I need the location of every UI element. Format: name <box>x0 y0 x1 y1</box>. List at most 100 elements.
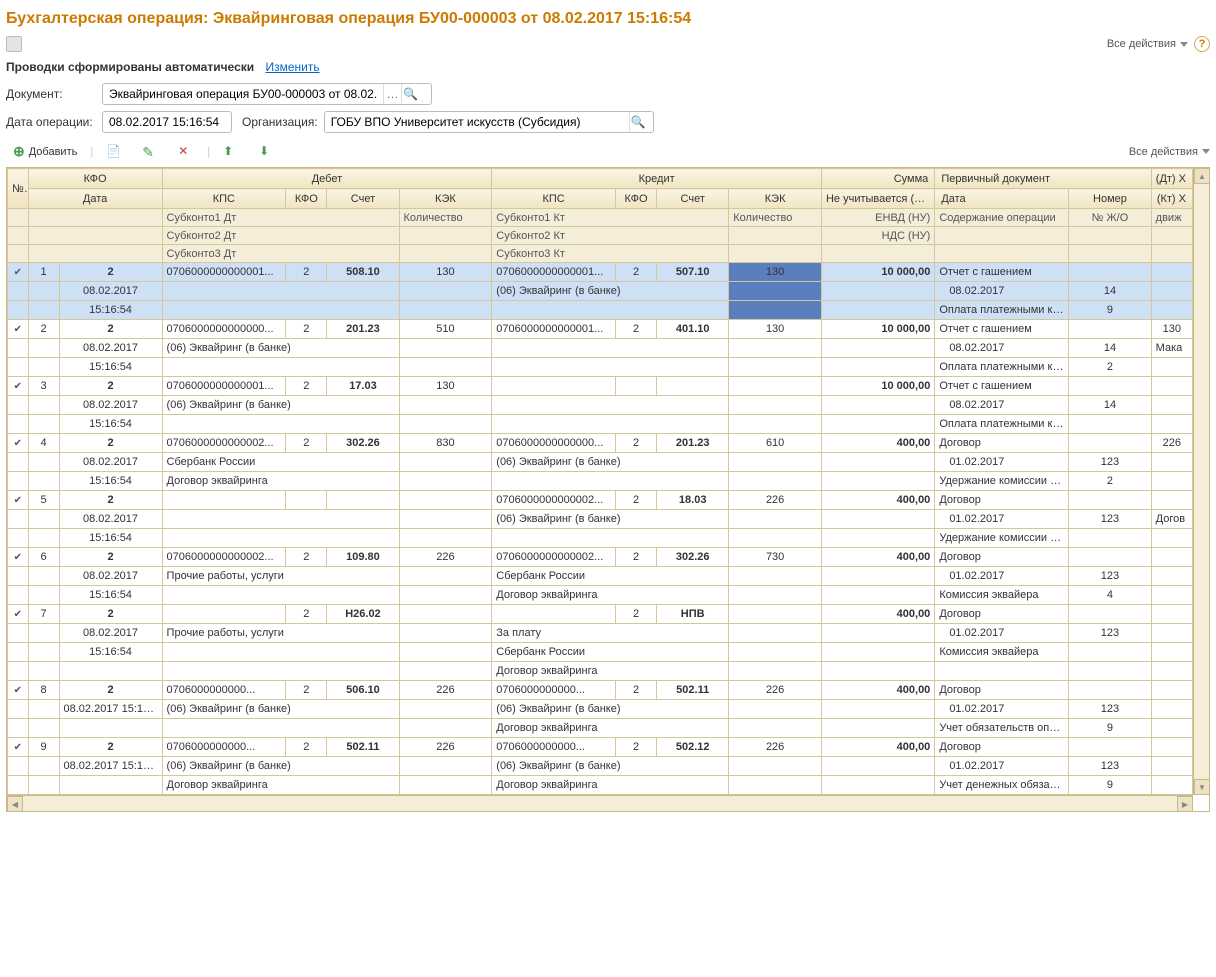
change-link[interactable]: Изменить <box>265 60 319 74</box>
ellipsis-icon[interactable]: … <box>383 84 401 104</box>
table-row[interactable]: 4 2 0706000000000002...2302.26830 070600… <box>8 434 1193 453</box>
hdr-sub1k: Субконто1 Кт <box>492 209 729 227</box>
col-ktx[interactable]: (Кт) Х <box>1151 189 1192 209</box>
col-d-kek[interactable]: КЭК <box>399 189 492 209</box>
col-k-kps[interactable]: КПС <box>492 189 616 209</box>
col-d-acct[interactable]: Счет <box>327 189 399 209</box>
search-icon[interactable]: 🔍 <box>629 112 647 132</box>
search-icon[interactable]: 🔍 <box>401 84 419 104</box>
check-icon <box>14 437 22 449</box>
hdr-envd: ЕНВД (НУ) <box>821 209 934 227</box>
table-row[interactable]: 2 2 0706000000000000...2201.23510 070600… <box>8 320 1193 339</box>
table-row-sub[interactable]: Договор эквайринга Учет обязательств опл… <box>8 719 1193 738</box>
auto-generated-label: Проводки сформированы автоматически <box>6 60 254 74</box>
page-title: Бухгалтерская операция: Эквайринговая оп… <box>0 0 1216 34</box>
table-row-sub[interactable]: 15:16:54 Оплата платежными картами в роз… <box>8 415 1193 434</box>
scroll-right-icon[interactable]: ▶ <box>1177 796 1193 812</box>
table-row[interactable]: 8 2 0706000000000...2506.10226 070600000… <box>8 681 1193 700</box>
table-row-sub[interactable]: Договор эквайринга Договор эквайринга Уч… <box>8 776 1193 795</box>
table-row-sub[interactable]: 08.02.2017 (06) Эквайринг (в банке) 08.0… <box>8 282 1193 301</box>
table-row[interactable]: 6 2 0706000000000002...2109.80226 070600… <box>8 548 1193 567</box>
copy-button[interactable] <box>99 141 129 163</box>
col-dtx[interactable]: (Дт) Х <box>1151 169 1192 189</box>
col-d-kps[interactable]: КПС <box>162 189 286 209</box>
table-row-sub[interactable]: 15:16:54 Оплата платежными картами в роз… <box>8 358 1193 377</box>
table-row-sub[interactable]: 08.02.2017 (06) Эквайринг (в банке) 08.0… <box>8 396 1193 415</box>
hdr-sub2d: Субконто2 Дт <box>162 227 399 245</box>
col-pd-num[interactable]: Номер <box>1069 189 1151 209</box>
hdr-sub3d: Субконто3 Дт <box>162 245 399 263</box>
date-field[interactable] <box>102 111 232 133</box>
col-d-kfo[interactable]: КФО <box>286 189 327 209</box>
scroll-up-icon[interactable]: ▲ <box>1194 168 1210 184</box>
edit-icon <box>142 144 158 160</box>
table-row[interactable]: 9 2 0706000000000...2502.11226 070600000… <box>8 738 1193 757</box>
move-down-button[interactable] <box>252 141 282 163</box>
check-icon <box>14 551 22 563</box>
date-label: Дата операции: <box>6 115 96 129</box>
org-input[interactable] <box>325 112 629 132</box>
table-row-sub[interactable]: 08.02.2017 15:16:54 (06) Эквайринг (в ба… <box>8 757 1193 776</box>
vertical-scrollbar[interactable]: ▲ ▼ <box>1193 168 1209 795</box>
hdr-sub1d: Субконто1 Дт <box>162 209 399 227</box>
col-date[interactable]: Дата <box>28 189 162 209</box>
help-icon[interactable]: ? <box>1194 36 1210 52</box>
table-row-sub[interactable]: 08.02.2017 Сбербанк России (06) Эквайрин… <box>8 453 1193 472</box>
col-k-acct[interactable]: Счет <box>657 189 729 209</box>
all-actions-grid[interactable]: Все действия <box>1129 146 1210 158</box>
document-label: Документ: <box>6 87 96 101</box>
hdr-nds: НДС (НУ) <box>821 227 934 245</box>
arrow-down-icon <box>259 144 275 160</box>
col-k-kfo[interactable]: КФО <box>615 189 656 209</box>
table-row-sub[interactable]: 15:16:54 Договор эквайринга Удержание ко… <box>8 472 1193 491</box>
add-button[interactable]: ⊕Добавить <box>6 140 84 163</box>
table-row-sub[interactable]: 08.02.2017 Прочие работы, услуги Сбербан… <box>8 567 1193 586</box>
org-field[interactable]: 🔍 <box>324 111 654 133</box>
scroll-down-icon[interactable]: ▼ <box>1194 779 1210 795</box>
col-sum[interactable]: Сумма <box>821 169 934 189</box>
table-row-sub[interactable]: 15:16:54 Сбербанк России Комиссия эквайе… <box>8 643 1193 662</box>
table-row-sub[interactable]: 08.02.2017 (06) Эквайринг (в банке) 01.0… <box>8 510 1193 529</box>
table-row[interactable]: 7 2 2Н26.02 2НПВ 400,00 Договор <box>8 605 1193 624</box>
horizontal-scrollbar[interactable]: ◀ ▶ <box>7 795 1193 811</box>
table-row-sub[interactable]: 15:16:54 Удержание комиссии эквайера <box>8 529 1193 548</box>
plus-icon: ⊕ <box>13 143 25 160</box>
check-icon <box>14 380 22 392</box>
col-credit[interactable]: Кредит <box>492 169 822 189</box>
col-prim-doc[interactable]: Первичный документ <box>935 169 1151 189</box>
doc-icon[interactable] <box>6 36 22 52</box>
document-input[interactable] <box>103 84 383 104</box>
table-row-sub[interactable]: 08.02.2017 Прочие работы, услуги За плат… <box>8 624 1193 643</box>
move-up-button[interactable] <box>216 141 246 163</box>
col-kfo[interactable]: КФО <box>28 169 162 189</box>
table-row-sub[interactable]: Договор эквайринга <box>8 662 1193 681</box>
col-debit[interactable]: Дебет <box>162 169 492 189</box>
table-row[interactable]: 3 2 0706000000000001...217.03130 10 000,… <box>8 377 1193 396</box>
hdr-move: движ <box>1151 209 1192 227</box>
all-actions-top[interactable]: Все действия <box>1107 38 1188 50</box>
col-pd-date[interactable]: Дата <box>935 189 1069 209</box>
check-icon <box>14 608 22 620</box>
table-row-sub[interactable]: 08.02.2017 (06) Эквайринг (в банке) 08.0… <box>8 339 1193 358</box>
col-k-kek[interactable]: КЭК <box>729 189 822 209</box>
hdr-content: Содержание операции <box>935 209 1069 227</box>
col-notcounted[interactable]: Не учитывается (Н... <box>821 189 934 209</box>
edit-button[interactable] <box>135 141 165 163</box>
delete-button[interactable] <box>171 141 201 163</box>
table-row-sub[interactable]: 15:16:54 Оплата платежными картами в роз… <box>8 301 1193 320</box>
table-row-sub[interactable]: 15:16:54 Договор эквайринга Комиссия экв… <box>8 586 1193 605</box>
document-field[interactable]: … 🔍 <box>102 83 432 105</box>
entries-grid[interactable]: № КФО Дебет Кредит Сумма Первичный докум… <box>6 167 1210 812</box>
col-num[interactable]: № <box>8 169 29 209</box>
table-row-sub[interactable]: 08.02.2017 15:16:54 (06) Эквайринг (в ба… <box>8 700 1193 719</box>
date-input[interactable] <box>103 112 227 132</box>
table-row[interactable]: 5 2 0706000000000002...218.03226 400,00 … <box>8 491 1193 510</box>
hdr-sub2k: Субконто2 Кт <box>492 227 729 245</box>
scroll-left-icon[interactable]: ◀ <box>7 796 23 812</box>
org-label: Организация: <box>242 115 318 129</box>
hdr-qty-k: Количество <box>729 209 822 227</box>
table-row[interactable]: 1 2 0706000000000001...2508.10130 070600… <box>8 263 1193 282</box>
delete-icon <box>178 144 194 160</box>
check-icon <box>14 266 22 278</box>
check-icon <box>14 741 22 753</box>
